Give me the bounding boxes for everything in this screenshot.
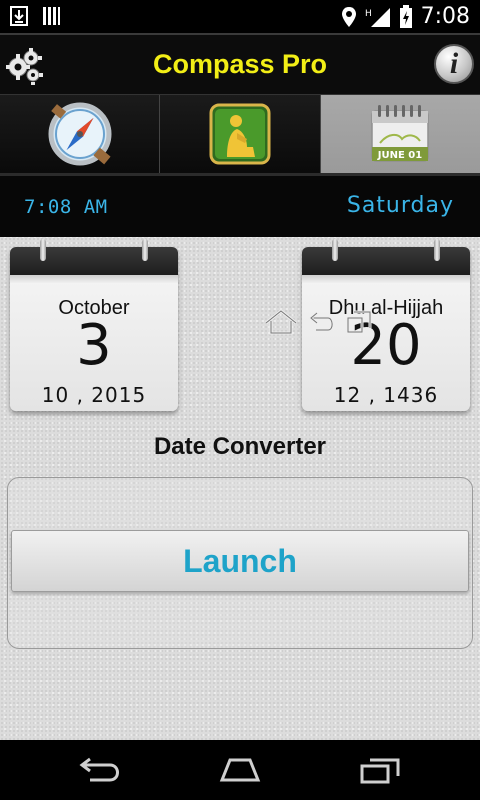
calendar-ring [142, 239, 148, 261]
title-bar: Compass Pro i [0, 33, 480, 95]
calendar-icon: JUNE 01 [371, 105, 430, 162]
calendar-icon-label: JUNE 01 [377, 150, 422, 161]
info-strip: 7:08 AM Saturday [0, 173, 480, 237]
sim-bars-icon [43, 7, 60, 25]
gregorian-calendar-card[interactable]: October 3 10 , 2015 [10, 239, 178, 411]
info-icon: i [449, 47, 459, 80]
launch-button[interactable]: Launch [11, 530, 469, 592]
status-bar: H 7:08 [0, 0, 480, 33]
date-converter-title: Date Converter [153, 433, 327, 460]
current-day: Saturday [346, 193, 454, 218]
signal-icon: H [365, 7, 390, 27]
current-time: 7:08 AM [24, 196, 108, 218]
system-nav-bar [0, 740, 480, 800]
tab-prayer[interactable] [160, 95, 321, 173]
main-content: October 3 10 , 2015 Dhu al-Hijjah 20 12 … [0, 237, 480, 740]
calendar-page-fold [302, 275, 470, 283]
prayer-icon [209, 103, 271, 165]
calendar-header [302, 247, 470, 277]
calendar-ring [40, 239, 46, 261]
launch-panel: Launch [7, 477, 473, 649]
tab-compass[interactable] [0, 95, 161, 173]
svg-text:H: H [365, 9, 372, 19]
recents-nav-icon[interactable] [358, 756, 402, 784]
tab-bar: JUNE 01 [0, 95, 480, 173]
compass-icon [48, 102, 112, 166]
gregorian-day: 3 [76, 313, 112, 378]
home-nav-icon[interactable] [216, 756, 264, 784]
calendar-ring [332, 239, 338, 261]
home-icon[interactable] [264, 309, 298, 335]
recents-icon[interactable] [346, 310, 372, 334]
overlay-nav-icons [264, 309, 372, 335]
calendar-ring [434, 239, 440, 261]
hijri-month-year: 12 , 1436 [333, 383, 439, 407]
back-icon[interactable] [308, 310, 336, 334]
calendar-header [10, 247, 178, 277]
location-icon [341, 6, 356, 27]
back-nav-icon[interactable] [76, 756, 122, 784]
download-icon [10, 6, 28, 26]
calendar-page-fold [10, 275, 178, 283]
info-button[interactable]: i [434, 44, 474, 84]
tab-calendar[interactable]: JUNE 01 [320, 95, 480, 173]
app-title: Compass Pro [152, 49, 328, 79]
status-time: 7:08 [420, 4, 470, 29]
battery-icon [399, 4, 412, 28]
gregorian-month-year: 10 , 2015 [41, 383, 147, 407]
